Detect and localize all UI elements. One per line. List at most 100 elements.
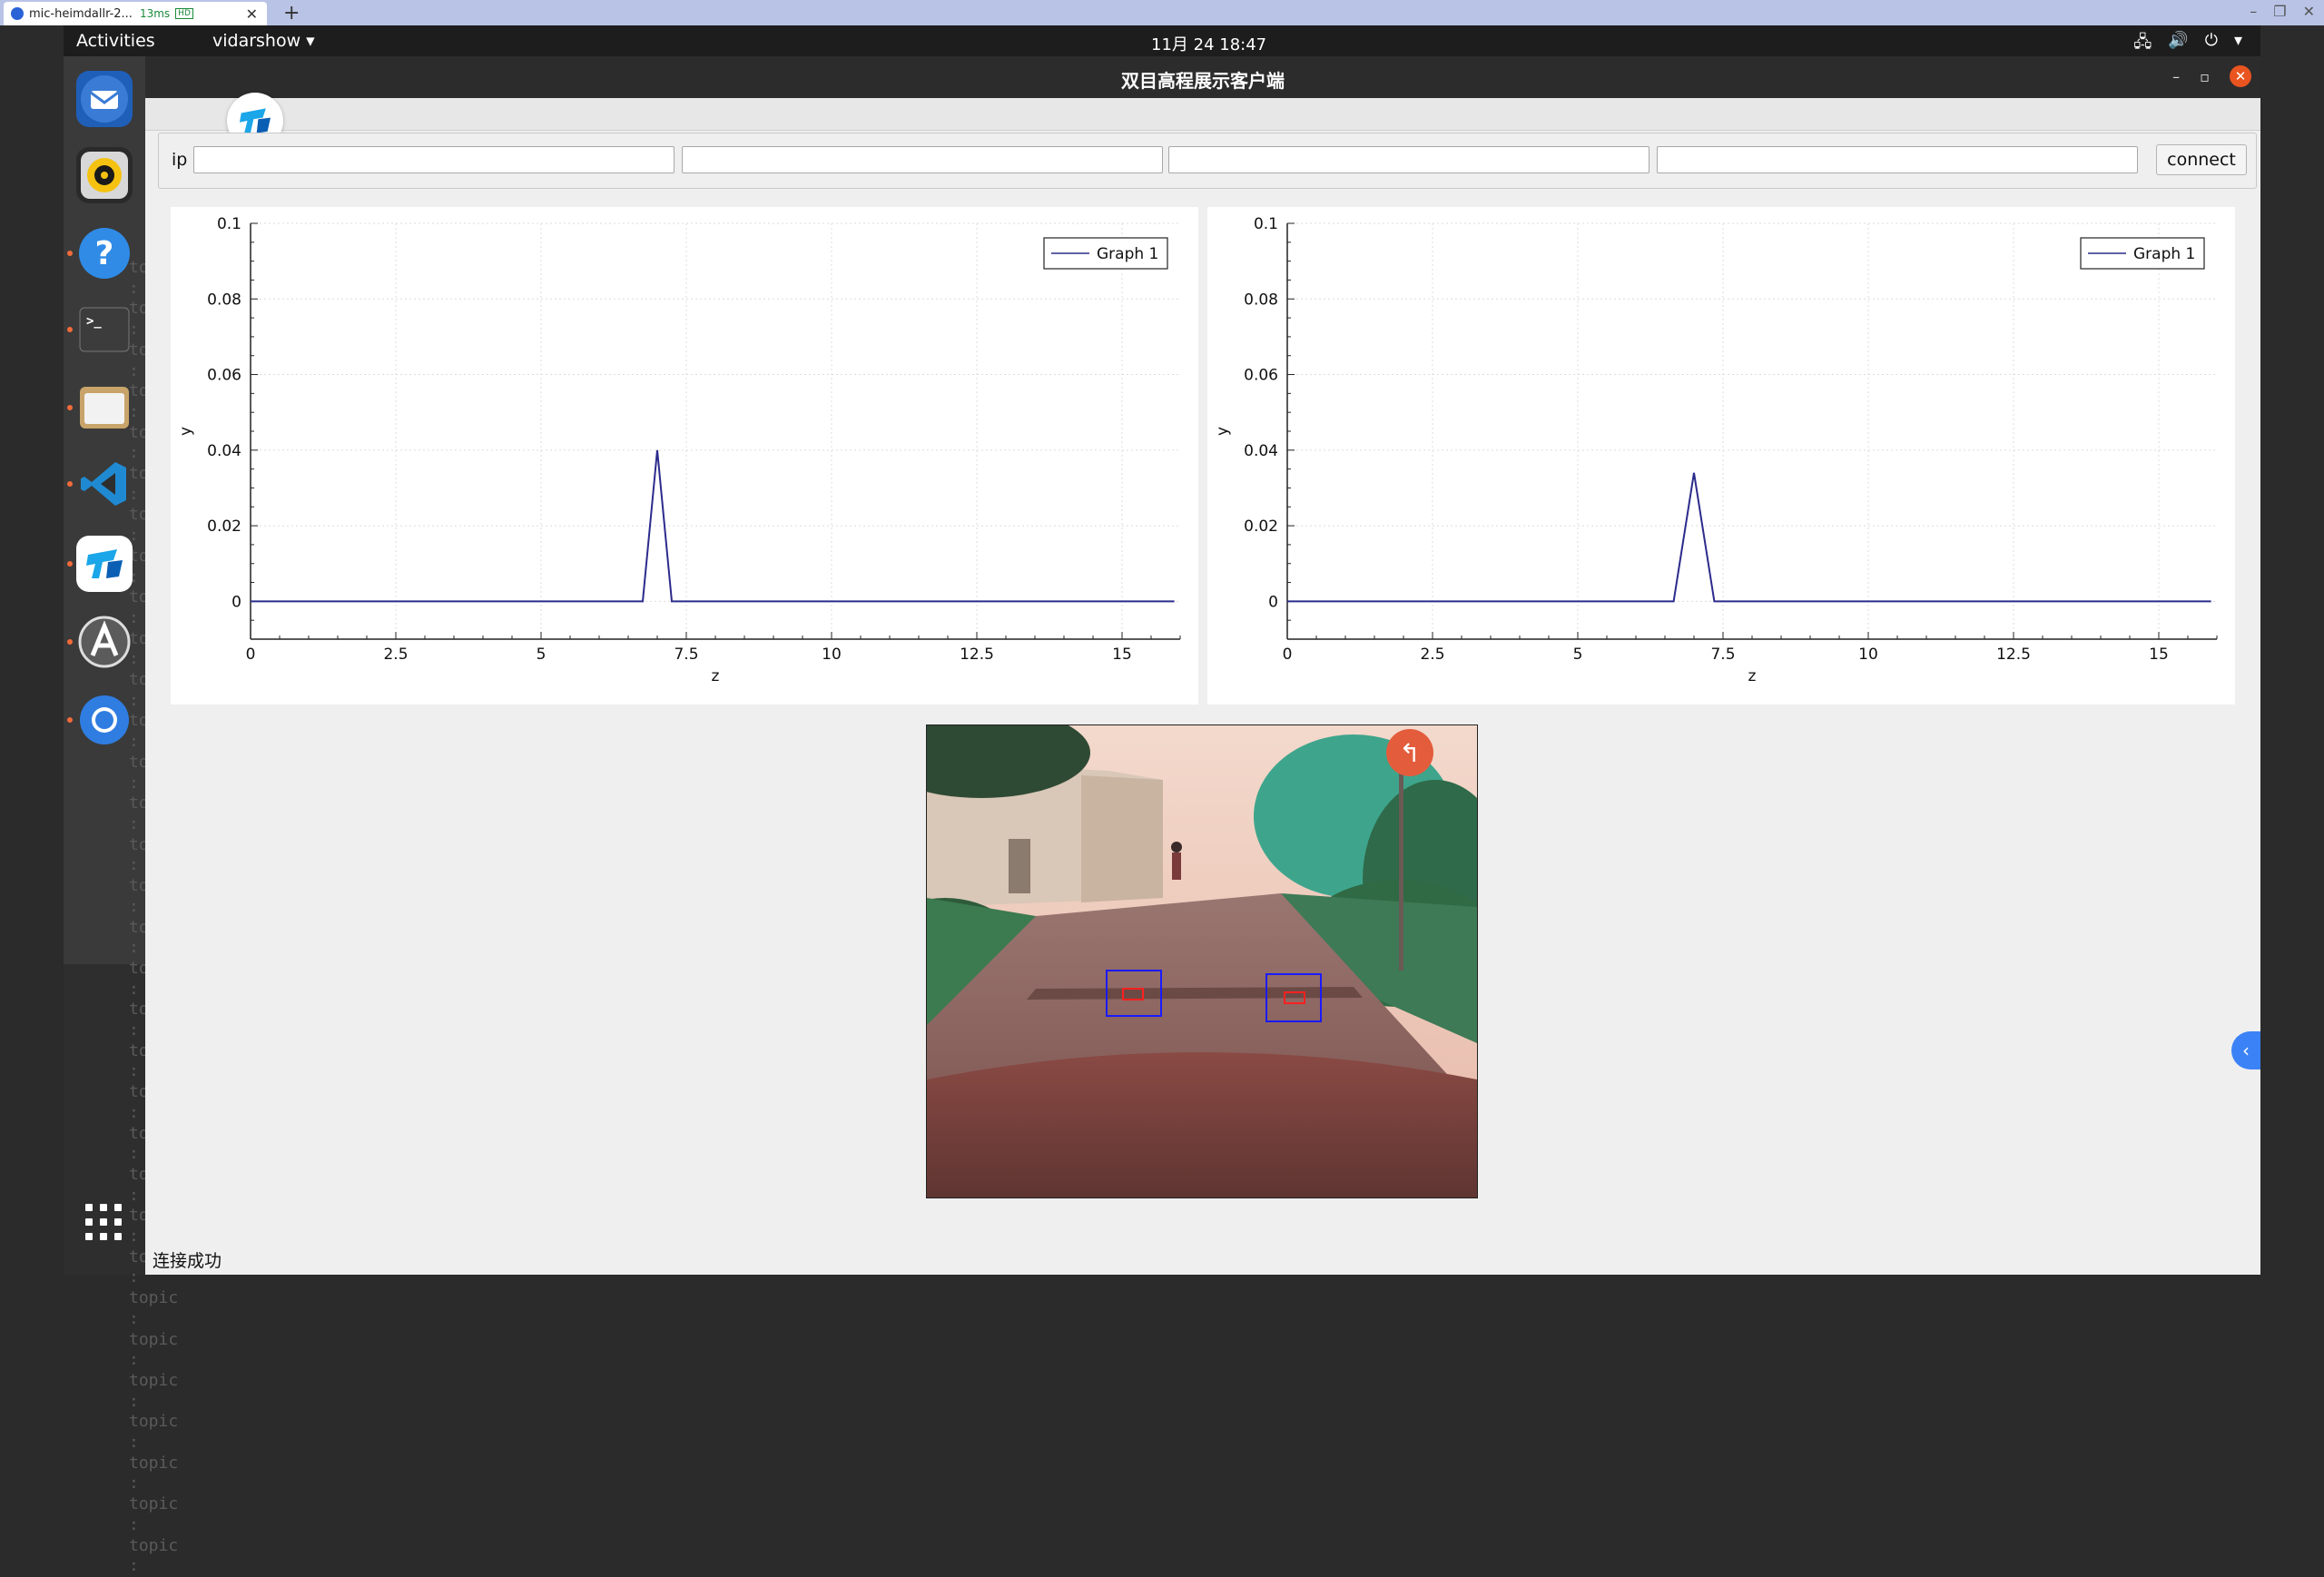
network-icon: 🖧 [2133,33,2152,52]
x-tick-label: 10 [822,646,842,664]
files-icon[interactable] [76,379,133,436]
window-controls: – ▫ ✕ [2172,65,2251,87]
x-tick-label: 2.5 [1420,646,1444,664]
legend: Graph 1 [2080,237,2205,270]
client-restore-icon[interactable]: ❐ [2273,3,2286,20]
x-tick-label: 10 [1858,646,1878,664]
x-tick-label: 12.5 [960,646,994,664]
running-indicator [67,405,73,410]
ip-label: ip [172,150,188,170]
y-tick-label: 0.06 [207,367,241,385]
new-tab-button[interactable]: + [283,2,300,25]
vscode-icon[interactable] [76,456,133,512]
running-indicator [67,717,73,723]
terminal-icon[interactable]: >_ [76,301,133,358]
x-tick-label: 0 [246,646,256,664]
y-tick-label: 0.02 [1244,517,1278,536]
x-tick-label: 5 [1573,646,1583,664]
x-tick-label: 12.5 [1996,646,2031,664]
software-updater-icon[interactable] [76,614,133,670]
hd-badge: HD [175,8,193,19]
window-title: 双目高程展示客户端 [1121,70,1285,92]
close-tab-icon[interactable]: ✕ [246,5,258,23]
y-tick-label: 0.06 [1244,367,1278,385]
ip-octet-3-input[interactable] [1168,146,1649,173]
user-avatar-icon [11,7,24,20]
y-axis-label: y [177,427,195,436]
client-minimize-icon[interactable]: – [2250,3,2257,20]
running-indicator [67,561,73,567]
minimize-button[interactable]: – [2172,68,2180,85]
elevation-plot-left: 0 2.5 5 7.5 10 12.5 15 0 0.02 0.04 0.06 0.08 0.1 z y Gr… [171,207,1198,705]
remote-session-title: mic-heimdallr-2... [29,6,133,21]
y-tick-label: 0 [231,593,241,611]
remote-session-tab[interactable]: mic-heimdallr-2... 13ms HD ✕ [4,2,267,25]
dock: topic :topic :topic :topic :topic :topic… [64,56,178,1575]
window-titlebar: 双目高程展示客户端 – ▫ ✕ [145,56,2260,98]
latency-indicator: 13ms [139,7,171,20]
chevron-down-icon: ▾ [2233,31,2242,50]
x-tick-label: 15 [2149,646,2169,664]
show-applications-button[interactable] [85,1204,122,1240]
system-tray[interactable]: 🖧 🔊 ⏻ ▾ [2133,31,2242,58]
series-line [1287,472,2211,603]
camera-view: ↰ [926,724,1478,1198]
app-window: 双目高程展示客户端 – ▫ ✕ ip connect 0 2.5 5 7.5 10 12.… [145,56,2260,1275]
svg-text:?: ? [95,235,114,272]
maximize-button[interactable]: ▫ [2200,68,2210,85]
running-indicator [67,639,73,645]
legend-label: Graph 1 [2133,245,2195,263]
ip-octet-1-input[interactable] [193,146,675,173]
client-close-icon[interactable]: ✕ [2303,3,2315,20]
ip-octet-4-input[interactable] [1657,146,2138,173]
x-tick-label: 7.5 [674,646,698,664]
elevation-plot-right: 0 2.5 5 7.5 10 12.5 15 0 0.02 0.04 0.06 0.08 0.1 z y Gr… [1207,207,2235,705]
x-tick-label: 15 [1112,646,1132,664]
running-indicator [67,251,73,256]
y-axis-label: y [1214,427,1232,436]
activities-button[interactable]: Activities [76,31,155,51]
y-tick-label: 0.08 [207,291,241,309]
y-tick-label: 0.04 [1244,442,1278,460]
connection-panel: ip connect [158,133,2257,189]
y-tick-label: 0.04 [207,442,241,460]
camera-frame: ↰ [927,725,1477,1198]
clock[interactable]: 11月 24 18:47 [1151,32,1266,55]
svg-text:>_: >_ [86,314,102,329]
legend: Graph 1 [1043,237,1168,270]
chromium-icon[interactable] [76,692,133,748]
y-tick-label: 0.1 [217,215,241,233]
rhythmbox-icon[interactable] [76,147,133,203]
ip-octet-2-input[interactable] [682,146,1163,173]
y-tick-label: 0 [1268,593,1278,611]
x-axis-label: z [712,667,720,685]
remote-desktop-tabbar: mic-heimdallr-2... 13ms HD ✕ + – ❐ ✕ [0,0,2324,25]
x-tick-label: 0 [1283,646,1293,664]
power-icon: ⏻ [2204,31,2218,50]
status-message: 连接成功 [153,1251,222,1271]
x-tick-label: 7.5 [1710,646,1735,664]
x-tick-label: 2.5 [383,646,408,664]
client-window-controls: – ❐ ✕ [2250,3,2315,20]
todesk-icon[interactable] [76,536,133,592]
volume-icon: 🔊 [2168,31,2189,50]
svg-text:↰: ↰ [1399,738,1420,768]
x-axis-label: z [1748,667,1757,685]
status-bar: 连接成功 [145,1237,2260,1275]
help-icon[interactable]: ? [76,225,133,281]
y-tick-label: 0.1 [1254,215,1278,233]
toolbar-strip [145,98,2260,131]
running-indicator [67,327,73,332]
x-tick-label: 5 [537,646,547,664]
series-line [251,449,1175,603]
app-menu[interactable]: vidarshow ▾ [212,31,315,51]
legend-label: Graph 1 [1097,245,1158,263]
chart-svg: 0 2.5 5 7.5 10 12.5 15 0 0.02 0.04 0.06 0.08 0.1 z y Gr… [177,215,1181,685]
gnome-top-bar: Activities vidarshow ▾ 11月 24 18:47 🖧 🔊 … [64,25,2260,56]
thunderbird-icon[interactable] [76,71,133,127]
chart-svg: 0 2.5 5 7.5 10 12.5 15 0 0.02 0.04 0.06 0.08 0.1 z y Gr… [1214,215,2218,685]
collapse-side-panel-button[interactable]: ‹ [2231,1031,2260,1069]
close-button[interactable]: ✕ [2230,65,2251,87]
connect-button[interactable]: connect [2156,144,2247,175]
running-indicator [67,481,73,487]
